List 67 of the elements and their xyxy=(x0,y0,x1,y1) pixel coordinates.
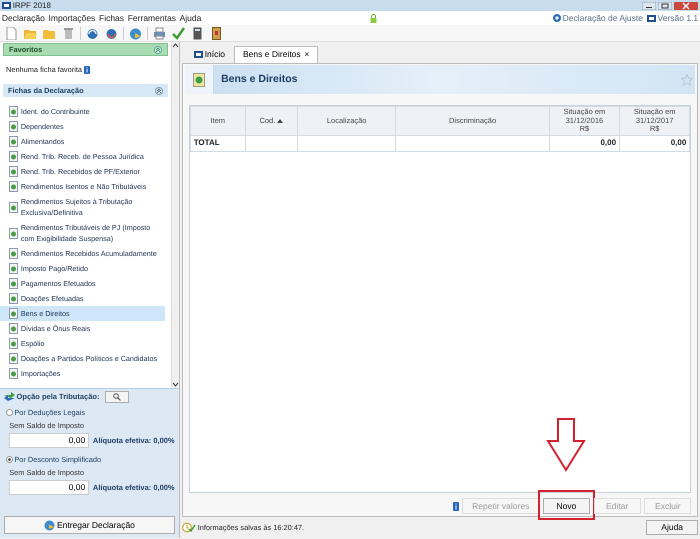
form-icon xyxy=(8,323,19,334)
form-icon xyxy=(8,248,19,260)
search-button[interactable] xyxy=(105,390,129,403)
collapse-icon[interactable] xyxy=(155,86,163,95)
form-icon xyxy=(8,181,19,192)
form-icon xyxy=(8,263,19,274)
trash-icon xyxy=(62,26,75,40)
total-label: TOTAL xyxy=(190,135,246,152)
total-value: 0,00 xyxy=(549,135,620,152)
collapse-icon[interactable] xyxy=(154,46,162,54)
book-icon xyxy=(210,26,223,40)
menu-item[interactable]: Ferramentas xyxy=(128,12,176,24)
app-icon xyxy=(2,2,11,9)
info-icon xyxy=(452,502,459,511)
tab[interactable]: Início xyxy=(184,46,234,63)
help-button[interactable]: Ajuda xyxy=(646,520,698,536)
scrollbar[interactable] xyxy=(171,42,179,388)
info-label: Versão 1.1 xyxy=(658,12,698,24)
form-icon xyxy=(8,353,19,364)
app-icon xyxy=(646,14,656,22)
scroll-up-icon[interactable] xyxy=(172,42,179,49)
exchange-icon xyxy=(4,392,15,402)
radio-button[interactable] xyxy=(6,456,13,463)
menu-item[interactable]: Ajuda xyxy=(180,12,202,24)
amount-field[interactable]: 0,00 xyxy=(9,480,90,495)
minimize-icon[interactable] xyxy=(642,2,656,10)
annotation-arrow xyxy=(546,418,586,472)
amount-field[interactable]: 0,00 xyxy=(9,432,90,448)
globe-icon xyxy=(44,520,56,531)
form-icon xyxy=(8,166,19,178)
menu-item[interactable]: Declaração xyxy=(2,12,45,24)
submit-button[interactable]: Entregar Declaração xyxy=(4,516,176,534)
checkmark-icon xyxy=(172,26,185,40)
highlight-frame xyxy=(538,490,595,520)
form-icon xyxy=(8,293,19,304)
tab-close[interactable]: × xyxy=(304,48,310,61)
form-icon xyxy=(8,121,19,132)
menu-item[interactable]: Importações xyxy=(48,12,96,24)
page-title: Bens e Direitos xyxy=(221,72,298,88)
close-icon[interactable] xyxy=(674,2,698,10)
total-value: 0,00 xyxy=(620,135,690,152)
radio-button[interactable] xyxy=(6,408,13,416)
menu-item[interactable]: Fichas xyxy=(99,12,124,24)
form-icon xyxy=(8,278,19,290)
form-icon xyxy=(8,202,19,213)
app-icon xyxy=(194,51,203,58)
lock-icon xyxy=(370,14,378,22)
search-icon xyxy=(113,393,121,402)
window-title: IRPF 2018 xyxy=(12,0,51,11)
tab[interactable]: Bens e Direitos × xyxy=(234,46,318,63)
action-button[interactable]: Novo xyxy=(542,498,590,514)
form-icon xyxy=(8,106,19,118)
star-icon[interactable] xyxy=(681,74,694,86)
form-icon xyxy=(8,228,19,239)
circle-icon xyxy=(552,14,561,22)
clock-check-icon xyxy=(182,522,196,534)
maximize-icon[interactable] xyxy=(658,2,672,10)
form-icon xyxy=(8,151,19,162)
form-icon xyxy=(8,338,19,350)
scroll-down-icon[interactable] xyxy=(172,381,179,388)
globe-icon xyxy=(128,26,142,40)
form-icon xyxy=(8,136,19,148)
info-icon xyxy=(84,66,90,74)
calculator-icon xyxy=(190,26,204,40)
form-icon xyxy=(8,308,19,320)
form-icon xyxy=(8,368,19,380)
info-label: Declaração de Ajuste xyxy=(562,12,643,24)
